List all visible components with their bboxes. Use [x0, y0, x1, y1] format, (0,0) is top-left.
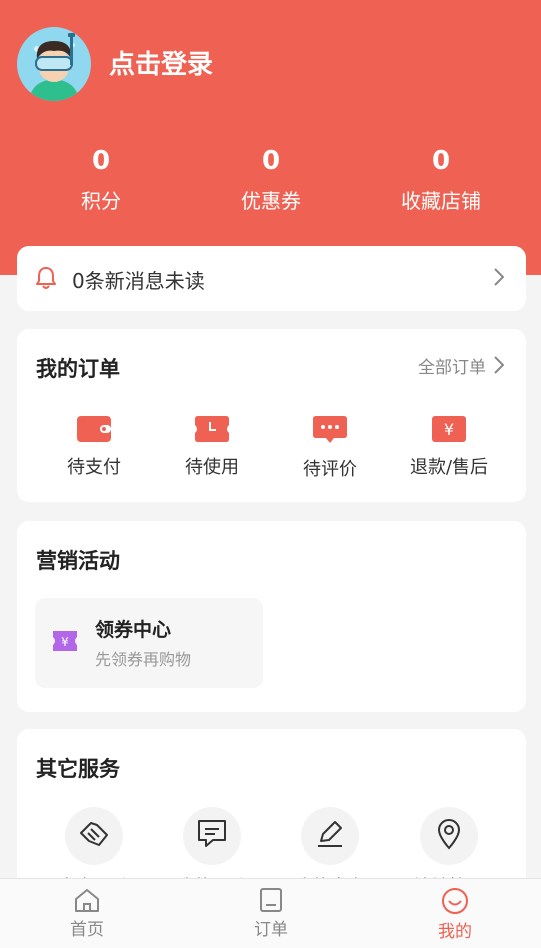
stat-coupons[interactable]: 0 优惠券 [201, 143, 341, 215]
stat-value: 0 [261, 146, 281, 176]
ticket-clock-icon [152, 415, 272, 443]
stat-label: 收藏店铺 [401, 189, 481, 213]
tab-label: 我的 [438, 922, 472, 942]
order-item-label: 待支付 [67, 457, 121, 478]
tab-label: 首页 [70, 920, 104, 940]
section-title: 营销活动 [36, 549, 120, 573]
tab-mine[interactable]: 我的 [405, 887, 505, 942]
handshake-icon [77, 819, 111, 853]
stat-label: 积分 [81, 189, 121, 213]
coupon-center-subtitle: 先领券再购物 [95, 650, 192, 669]
stat-label: 优惠券 [241, 189, 301, 213]
order-item-label: 待评价 [303, 459, 357, 480]
order-to-use[interactable]: 待使用 [152, 415, 272, 479]
chevron-right-icon [494, 268, 505, 290]
comment-icon [196, 819, 228, 853]
profile-header: 点击登录 0 积分 0 优惠券 0 收藏店铺 [0, 0, 541, 275]
order-refund-aftersale[interactable]: ¥ 退款/售后 [389, 415, 509, 479]
orders-card: 我的订单 全部订单 待支付 待使用 待评价 ¥ 退款/售后 [17, 329, 526, 502]
stat-points[interactable]: 0 积分 [31, 143, 171, 215]
order-icon [221, 887, 321, 913]
wallet-icon [34, 415, 154, 443]
comment-dots-icon [270, 415, 390, 445]
stat-value: 0 [431, 146, 451, 176]
all-orders-link[interactable]: 全部订单 [418, 353, 486, 378]
bell-icon [35, 266, 57, 294]
stat-value: 0 [91, 146, 111, 176]
location-icon [436, 818, 462, 854]
tab-label: 订单 [254, 920, 288, 940]
tab-home[interactable]: 首页 [37, 887, 137, 940]
order-item-label: 退款/售后 [409, 457, 489, 478]
message-text: 0条新消息未读 [72, 269, 205, 293]
message-bar[interactable]: 0条新消息未读 [17, 246, 526, 311]
login-link[interactable]: 点击登录 [109, 44, 213, 81]
avatar-illustration [29, 33, 79, 101]
section-title: 我的订单 [36, 357, 120, 381]
order-item-label: 待使用 [185, 457, 239, 478]
svg-text:¥: ¥ [61, 635, 69, 649]
yen-icon: ¥ [389, 415, 509, 443]
edit-icon [315, 819, 345, 853]
stat-favorite-shops[interactable]: 0 收藏店铺 [371, 143, 511, 215]
order-pending-payment[interactable]: 待支付 [34, 415, 154, 479]
tab-orders[interactable]: 订单 [221, 887, 321, 940]
order-to-review[interactable]: 待评价 [270, 415, 390, 481]
coupon-center[interactable]: ¥ 领券中心 先领券再购物 [35, 598, 263, 688]
coupon-icon: ¥ [51, 629, 79, 657]
bottom-tab-bar: 首页 订单 我的 [0, 878, 541, 948]
smile-icon [405, 887, 505, 915]
avatar[interactable] [17, 27, 91, 101]
home-icon [37, 887, 137, 913]
coupon-center-title: 领券中心 [95, 619, 172, 641]
svg-text:¥: ¥ [444, 420, 454, 439]
chevron-right-icon[interactable] [494, 356, 505, 378]
marketing-card: 营销活动 ¥ 领券中心 先领券再购物 [17, 521, 526, 712]
section-title: 其它服务 [36, 757, 120, 781]
